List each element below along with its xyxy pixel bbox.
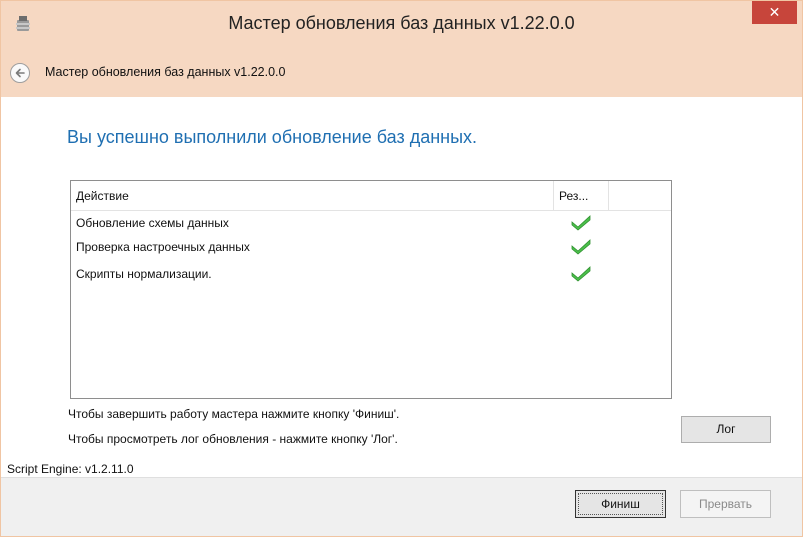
green-check-icon [571,215,591,231]
script-engine-version: Script Engine: v1.2.11.0 [7,462,134,476]
column-divider[interactable] [553,181,554,210]
log-hint: Чтобы просмотреть лог обновления - нажми… [68,432,398,446]
green-check-icon [571,239,591,255]
finish-button[interactable]: Финиш [575,490,666,518]
table-row[interactable]: Проверка настроечных данных [71,236,671,258]
table-row[interactable]: Скрипты нормализации. [71,263,671,285]
column-header-result[interactable]: Рез... [559,189,588,203]
table-row[interactable]: Обновление схемы данных [71,212,671,234]
green-check-icon [571,266,591,282]
cancel-button[interactable]: Прервать [680,490,771,518]
close-icon: ✕ [768,4,781,20]
wizard-nav-bar: Мастер обновления баз данных v1.22.0.0 [1,47,802,97]
success-message: Вы успешно выполнили обновление баз данн… [67,127,478,147]
title-bar[interactable]: Мастер обновления баз данных v1.22.0.0 ✕ [1,1,802,47]
action-cell: Скрипты нормализации. [76,267,212,281]
action-cell: Обновление схемы данных [76,216,229,230]
column-divider[interactable] [608,181,609,210]
back-arrow-icon [15,68,25,78]
actions-table[interactable]: Действие Рез... Обновление схемы данных … [70,180,672,399]
table-header: Действие Рез... [71,181,671,211]
wizard-window: Мастер обновления баз данных v1.22.0.0 ✕… [0,0,803,537]
column-header-action[interactable]: Действие [76,189,129,203]
back-button[interactable] [10,63,30,83]
close-button[interactable]: ✕ [752,1,797,24]
log-button[interactable]: Лог [681,416,771,443]
wizard-step-title: Мастер обновления баз данных v1.22.0.0 [45,65,286,79]
finish-hint: Чтобы завершить работу мастера нажмите к… [68,407,400,421]
action-cell: Проверка настроечных данных [76,240,250,254]
window-title: Мастер обновления баз данных v1.22.0.0 [228,13,575,33]
